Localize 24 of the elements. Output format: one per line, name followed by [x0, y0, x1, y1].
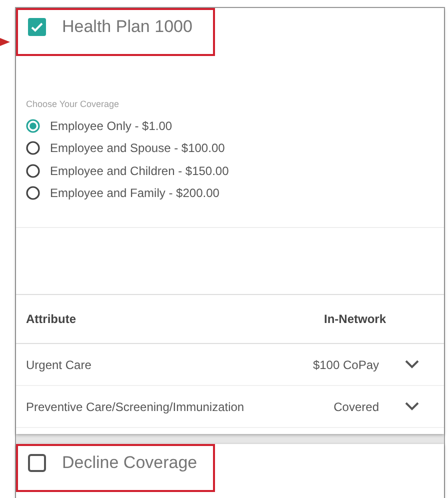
radio-button[interactable]: [26, 186, 40, 200]
plan-title: Decline Coverage: [62, 452, 198, 474]
table-row[interactable]: Preventive Care/Screening/Immunization Covered: [16, 386, 444, 428]
radio-option[interactable]: Employee and Spouse - $100.00: [26, 137, 444, 160]
radio-button[interactable]: [26, 141, 40, 156]
plan-title: Health Plan 1000: [62, 16, 192, 38]
coverage-label: Choose Your Coverage: [26, 98, 120, 111]
table-cell-text: Covered: [334, 398, 379, 416]
chevron-down-icon[interactable]: [404, 402, 418, 411]
radio-option[interactable]: Employee Only - $1.00: [26, 114, 444, 137]
column-header: In-Network: [324, 311, 388, 328]
table-cell-text: Preventive Care/Screening/Immunization: [26, 398, 246, 416]
checkbox[interactable]: [28, 18, 46, 36]
arrow-icon: [0, 36, 10, 48]
column-header: Attribute: [26, 311, 77, 328]
radio-option[interactable]: Employee and Children - $150.00: [26, 160, 444, 182]
radio-button[interactable]: [26, 164, 40, 178]
table-row[interactable]: Urgent Care $100 CoPay: [16, 344, 444, 386]
chevron-down-icon[interactable]: [404, 360, 418, 369]
checkbox[interactable]: [28, 454, 46, 472]
table-cell-text: Urgent Care: [26, 356, 92, 374]
radio-option[interactable]: Employee and Family - $200.00: [26, 182, 444, 204]
radio-button[interactable]: [26, 118, 40, 133]
table-cell-text: $100 CoPay: [312, 356, 379, 374]
